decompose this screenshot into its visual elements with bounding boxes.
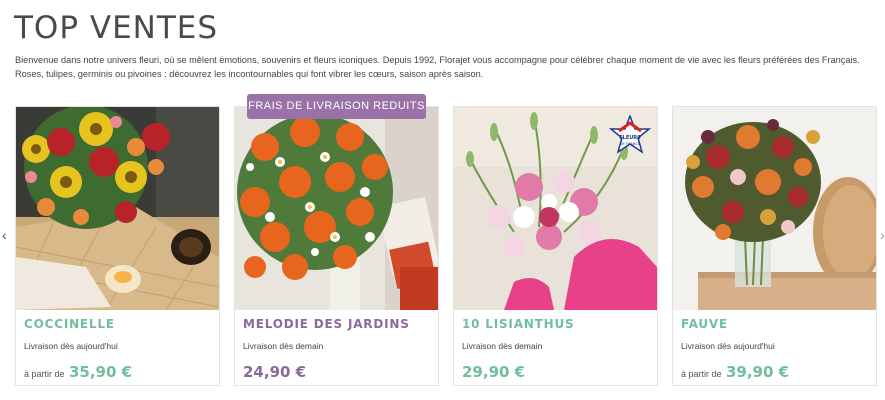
promo-badge: FRAIS DE LIVRAISON REDUITS <box>247 94 426 119</box>
product-image[interactable] <box>673 107 876 310</box>
product-price: 24,90 € <box>243 363 307 381</box>
chevron-right-icon: › <box>880 227 885 243</box>
price-row: à partir de 35,90 € <box>24 363 132 382</box>
svg-text:DE FRANCE: DE FRANCE <box>620 142 641 146</box>
product-name[interactable]: FAUVE <box>681 317 728 331</box>
carousel-prev-button[interactable]: ‹ <box>2 227 7 243</box>
price-row: 29,90 € <box>462 363 525 382</box>
product-price: 35,90 € <box>68 363 133 381</box>
svg-text:FLEURS: FLEURS <box>619 135 641 141</box>
product-card-fauve[interactable]: FAUVE Livraison dès aujourd'hui à partir… <box>672 106 877 386</box>
carousel-next-button[interactable]: › <box>880 227 885 243</box>
product-name[interactable]: MELODIE DES JARDINS <box>243 317 410 331</box>
product-price: 39,90 € <box>725 363 790 381</box>
product-name[interactable]: COCCINELLE <box>24 317 115 331</box>
product-card-coccinelle[interactable]: COCCINELLE Livraison dès aujourd'hui à p… <box>15 106 220 386</box>
price-prefix: à partir de <box>681 369 722 379</box>
product-card-10-lisianthus[interactable]: FLEURS DE FRANCE 10 LISIANTHUS Livraison… <box>453 106 658 386</box>
delivery-info: Livraison dès aujourd'hui <box>24 341 118 351</box>
fleurs-de-france-label: FLEURS DE FRANCE <box>608 113 652 162</box>
delivery-info: Livraison dès demain <box>462 341 543 351</box>
product-name[interactable]: 10 LISIANTHUS <box>462 317 574 331</box>
page-title: TOP VENTES <box>14 10 219 46</box>
product-image[interactable] <box>235 107 438 310</box>
product-image[interactable] <box>16 107 219 310</box>
price-prefix: à partir de <box>24 369 65 379</box>
price-row: 24,90 € <box>243 363 306 382</box>
intro-text: Bienvenue dans notre univers fleuri, où … <box>15 55 860 79</box>
product-price: 29,90 € <box>462 363 526 381</box>
price-row: à partir de 39,90 € <box>681 363 789 382</box>
delivery-info: Livraison dès aujourd'hui <box>681 341 775 351</box>
chevron-left-icon: ‹ <box>2 227 7 243</box>
delivery-info: Livraison dès demain <box>243 341 324 351</box>
product-card-melodie-des-jardins[interactable]: MELODIE DES JARDINS Livraison dès demain… <box>234 106 439 386</box>
